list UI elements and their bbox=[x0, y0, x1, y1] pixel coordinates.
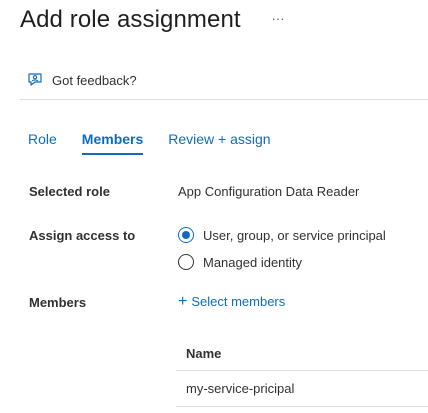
select-members-label: Select members bbox=[191, 294, 286, 309]
members-label: Members bbox=[29, 295, 87, 310]
select-members-link[interactable]: + Select members bbox=[178, 292, 286, 310]
radio-managed-identity[interactable]: Managed identity bbox=[178, 254, 302, 270]
header-divider bbox=[20, 99, 428, 100]
radio-label-managed-identity: Managed identity bbox=[203, 254, 303, 270]
feedback-link[interactable]: Got feedback? bbox=[27, 72, 137, 89]
more-options-button[interactable]: ··· bbox=[270, 12, 286, 28]
assign-access-label: Assign access to bbox=[29, 228, 136, 243]
selected-role-label: Selected role bbox=[29, 184, 110, 199]
selected-role-value: App Configuration Data Reader bbox=[178, 184, 360, 199]
radio-unchecked-icon bbox=[178, 254, 194, 270]
radio-checked-icon bbox=[178, 227, 194, 243]
feedback-person-icon bbox=[27, 72, 44, 89]
plus-icon: + bbox=[178, 292, 188, 310]
feedback-label: Got feedback? bbox=[52, 73, 137, 88]
table-header-name[interactable]: Name bbox=[176, 336, 428, 371]
tab-members[interactable]: Members bbox=[81, 131, 144, 155]
radio-label-user-group: User, group, or service principal bbox=[203, 227, 386, 243]
members-table: Name my-service-pricipal bbox=[176, 336, 428, 407]
tab-role[interactable]: Role bbox=[28, 131, 57, 155]
page-title: Add role assignment bbox=[20, 6, 241, 33]
tab-bar: Role Members Review + assign bbox=[28, 131, 271, 155]
radio-user-group-service-principal[interactable]: User, group, or service principal bbox=[178, 227, 386, 243]
tab-review-assign[interactable]: Review + assign bbox=[168, 131, 270, 155]
table-row[interactable]: my-service-pricipal bbox=[176, 371, 428, 407]
